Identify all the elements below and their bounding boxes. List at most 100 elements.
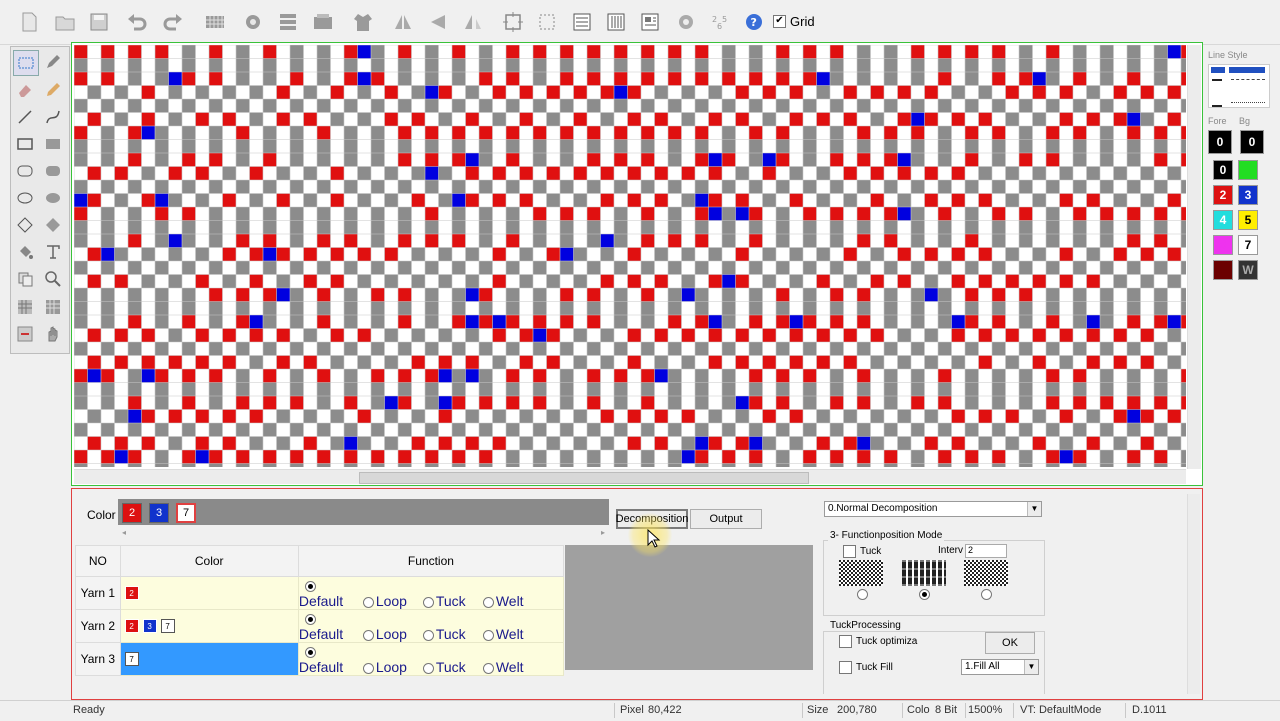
- function-option-welt[interactable]: Welt: [477, 626, 537, 642]
- function-radio[interactable]: [422, 596, 434, 608]
- function-radio[interactable]: [362, 596, 374, 608]
- function-option-default[interactable]: Default: [299, 577, 357, 609]
- fit-window-icon[interactable]: [500, 9, 526, 35]
- grid-pattern-icon[interactable]: [202, 9, 228, 35]
- foreground-color-swatch[interactable]: 0: [1208, 130, 1232, 154]
- pencil-icon[interactable]: [41, 78, 65, 102]
- function-radio[interactable]: [362, 662, 374, 674]
- function-option-tuck[interactable]: Tuck: [417, 659, 477, 675]
- pattern-radio-2[interactable]: [919, 589, 930, 600]
- filled-rounded-rect-icon[interactable]: [41, 159, 65, 183]
- interval-spinner[interactable]: 2: [965, 544, 1007, 558]
- ellipse-icon[interactable]: [13, 186, 37, 210]
- palette-swatch[interactable]: 6: [1213, 235, 1233, 255]
- yarn-row[interactable]: Yarn 1 2 Default Loop Tuck Welt: [75, 576, 565, 610]
- open-folder-icon[interactable]: [52, 9, 78, 35]
- save-icon[interactable]: [86, 9, 112, 35]
- function-radio[interactable]: [482, 662, 494, 674]
- sweater-icon[interactable]: [350, 9, 376, 35]
- palette-swatch[interactable]: 2: [1213, 185, 1233, 205]
- vertical-scrollbar[interactable]: [1187, 45, 1201, 469]
- pen-icon[interactable]: [41, 50, 65, 74]
- yarn-row[interactable]: Yarn 2 2 3 7 Default Loop Tuck Welt: [75, 609, 565, 643]
- function-option-welt[interactable]: Welt: [477, 593, 537, 609]
- help-icon[interactable]: ?: [741, 9, 767, 35]
- horizontal-scrollbar[interactable]: [74, 469, 1186, 484]
- function-radio[interactable]: [304, 580, 316, 592]
- transform-icon[interactable]: [13, 322, 37, 346]
- pattern-radio-3[interactable]: [981, 589, 992, 600]
- yarn-row[interactable]: Yarn 3 7 Default Loop Tuck Welt: [75, 642, 565, 676]
- palette-swatch[interactable]: 7: [1238, 235, 1258, 255]
- function-radio[interactable]: [304, 613, 316, 625]
- eraser-icon[interactable]: [13, 78, 37, 102]
- layout-icon[interactable]: [637, 9, 663, 35]
- rectangle-icon[interactable]: [13, 132, 37, 156]
- color-chip[interactable]: 7: [176, 503, 196, 523]
- flip-horizontal-icon[interactable]: [390, 9, 416, 35]
- grid-toggle[interactable]: ✔ Grid: [773, 14, 815, 29]
- rect-select-icon[interactable]: [13, 50, 39, 76]
- undo-icon[interactable]: [124, 9, 150, 35]
- tuck-checkbox[interactable]: [843, 545, 856, 558]
- filled-ellipse-icon[interactable]: [41, 186, 65, 210]
- fill-bucket-icon[interactable]: [13, 240, 37, 264]
- color-strip-scrollbar[interactable]: ◂ ▸: [118, 528, 609, 540]
- zoom-icon[interactable]: [41, 267, 65, 291]
- color-chip[interactable]: 3: [149, 503, 169, 523]
- background-color-swatch[interactable]: 0: [1240, 130, 1264, 154]
- list-lines-icon[interactable]: [569, 9, 595, 35]
- function-option-loop[interactable]: Loop: [357, 659, 417, 675]
- function-option-loop[interactable]: Loop: [357, 593, 417, 609]
- palette-swatch[interactable]: 5: [1238, 210, 1258, 230]
- palette-swatch[interactable]: 1: [1238, 160, 1258, 180]
- rounded-rect-icon[interactable]: [13, 159, 37, 183]
- function-option-tuck[interactable]: Tuck: [417, 593, 477, 609]
- diamond-icon[interactable]: [13, 213, 37, 237]
- color-chip[interactable]: 2: [122, 503, 142, 523]
- select-area-icon[interactable]: [534, 9, 560, 35]
- ok-button[interactable]: OK: [985, 632, 1035, 654]
- line-style-picker[interactable]: [1208, 64, 1270, 108]
- function-radio[interactable]: [422, 629, 434, 641]
- fill-mode-select[interactable]: 1.Fill All ▼: [961, 659, 1039, 675]
- pattern-preview-3[interactable]: [964, 560, 1008, 586]
- yarn-color-cell[interactable]: 2: [119, 576, 299, 610]
- pattern-fill-icon[interactable]: [13, 295, 37, 319]
- filled-rectangle-icon[interactable]: [41, 132, 65, 156]
- palette-swatch[interactable]: 0: [1213, 160, 1233, 180]
- output-button[interactable]: Output: [690, 509, 762, 529]
- tuck-optimize-row[interactable]: Tuck optimiza: [839, 635, 917, 648]
- tuck-fill-checkbox[interactable]: [839, 661, 852, 674]
- function-option-tuck[interactable]: Tuck: [417, 626, 477, 642]
- stitch-align-icon[interactable]: [275, 9, 301, 35]
- knit-pattern-grid[interactable]: [74, 45, 1186, 467]
- tuck-fill-row[interactable]: Tuck Fill: [839, 661, 893, 674]
- pattern-canvas[interactable]: [71, 42, 1203, 486]
- pattern-preview-1[interactable]: [839, 560, 883, 586]
- function-option-loop[interactable]: Loop: [357, 626, 417, 642]
- tuck-checkbox-row[interactable]: Tuck: [843, 545, 881, 558]
- hand-pan-icon[interactable]: [41, 322, 65, 346]
- function-radio[interactable]: [362, 629, 374, 641]
- function-radio[interactable]: [304, 646, 316, 658]
- copy-paste-icon[interactable]: [13, 267, 37, 291]
- function-radio[interactable]: [422, 662, 434, 674]
- function-option-welt[interactable]: Welt: [477, 659, 537, 675]
- curve-icon[interactable]: [41, 105, 65, 129]
- filled-diamond-icon[interactable]: [41, 213, 65, 237]
- line-icon[interactable]: [13, 105, 37, 129]
- pattern-preview-2[interactable]: [902, 560, 946, 586]
- gear-icon[interactable]: [240, 9, 266, 35]
- pattern-radio-1[interactable]: [857, 589, 868, 600]
- function-option-default[interactable]: Default: [299, 610, 357, 642]
- redo-icon[interactable]: [160, 9, 186, 35]
- function-option-default[interactable]: Default: [299, 643, 357, 675]
- settings-gear-icon[interactable]: [673, 9, 699, 35]
- horizontal-scroll-thumb[interactable]: [359, 472, 809, 484]
- grid-checkbox[interactable]: ✔: [773, 15, 786, 28]
- machine-icon[interactable]: [310, 9, 336, 35]
- yarn-color-cell[interactable]: 237: [119, 609, 299, 643]
- yarn-color-cell[interactable]: 7: [119, 642, 299, 676]
- function-radio[interactable]: [482, 629, 494, 641]
